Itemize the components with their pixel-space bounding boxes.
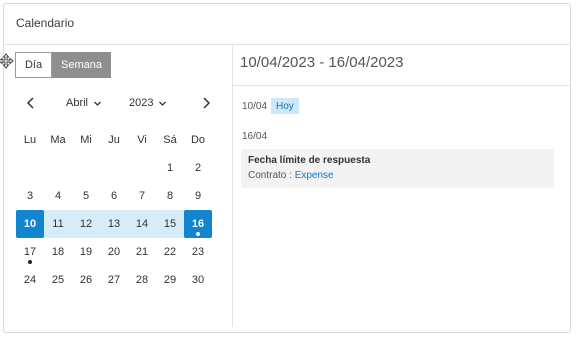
day-cell[interactable]: 5 [72, 182, 100, 210]
weekday-header: Ma [50, 134, 66, 146]
day-cell[interactable]: 23 [184, 238, 212, 266]
week-view-button[interactable]: Semana [52, 52, 111, 78]
header-divider [4, 44, 570, 45]
day-view-button[interactable]: Día [15, 52, 52, 78]
day-cell[interactable]: 3 [16, 182, 44, 210]
chevron-right-icon[interactable] [199, 96, 213, 110]
day-cell[interactable]: 4 [44, 182, 72, 210]
month-select[interactable]: Abril [66, 94, 102, 112]
day-cell[interactable]: 16 [184, 210, 212, 238]
day-cell[interactable]: 2 [184, 154, 212, 182]
weekday-header: Vi [137, 134, 147, 146]
day-cell[interactable]: 15 [156, 210, 184, 238]
weekday-header: Lu [23, 134, 37, 146]
day-cell[interactable]: 17 [16, 238, 44, 266]
chevron-down-icon [159, 101, 167, 106]
today-badge: Hoy [271, 98, 299, 114]
day-cell[interactable]: 18 [44, 238, 72, 266]
day-cell[interactable]: 22 [156, 238, 184, 266]
year-select[interactable]: 2023 [129, 94, 167, 112]
event-card[interactable]: Fecha límite de respuesta Contrato : Exp… [241, 149, 554, 188]
day-cell[interactable]: 21 [128, 238, 156, 266]
year-label: 2023 [129, 97, 154, 109]
weekday-header: Ju [108, 134, 120, 146]
today-date: 10/04 [242, 101, 268, 112]
column-divider [232, 45, 233, 327]
month-label: Abril [66, 97, 89, 109]
day-cell[interactable]: 13 [100, 210, 128, 238]
event-contract-link[interactable]: Expense [295, 170, 334, 181]
day-cell[interactable]: 28 [128, 266, 156, 294]
event-title: Fecha límite de respuesta [248, 155, 371, 166]
day-cell[interactable]: 7 [128, 182, 156, 210]
day-cell[interactable]: 30 [184, 266, 212, 294]
move-cursor-icon [0, 53, 14, 69]
day-cell[interactable]: 20 [100, 238, 128, 266]
day-cell[interactable]: 25 [44, 266, 72, 294]
day-cell[interactable]: 8 [156, 182, 184, 210]
day-cell[interactable]: 19 [72, 238, 100, 266]
day-cell[interactable]: 27 [100, 266, 128, 294]
week-range: 10/04/2023 - 16/04/2023 [240, 54, 404, 71]
day-cell[interactable]: 6 [100, 182, 128, 210]
weekday-header: Mi [80, 134, 92, 146]
chevron-left-icon[interactable] [24, 96, 38, 110]
panel-title: Calendario [16, 16, 75, 30]
day-cell[interactable]: 11 [44, 210, 72, 238]
day-cell[interactable]: 12 [72, 210, 100, 238]
day-cell[interactable]: 9 [184, 182, 212, 210]
weekday-header: Sá [163, 134, 177, 146]
day-cell[interactable]: 26 [72, 266, 100, 294]
day-cell[interactable]: 1 [156, 154, 184, 182]
event-type-label: Contrato : [248, 170, 292, 181]
event-marker-dot [28, 260, 32, 264]
day-cell[interactable]: 14 [128, 210, 156, 238]
day-cell[interactable]: 24 [16, 266, 44, 294]
day-cell[interactable]: 29 [156, 266, 184, 294]
event-date: 16/04 [242, 131, 268, 142]
range-divider [233, 85, 570, 86]
view-toggle: Día Semana [15, 52, 111, 78]
weekday-header: Do [190, 134, 206, 146]
chevron-down-icon [94, 101, 101, 106]
event-meta: Contrato : Expense [248, 170, 547, 181]
event-marker-dot [196, 232, 200, 236]
day-cell[interactable]: 10 [16, 210, 44, 238]
